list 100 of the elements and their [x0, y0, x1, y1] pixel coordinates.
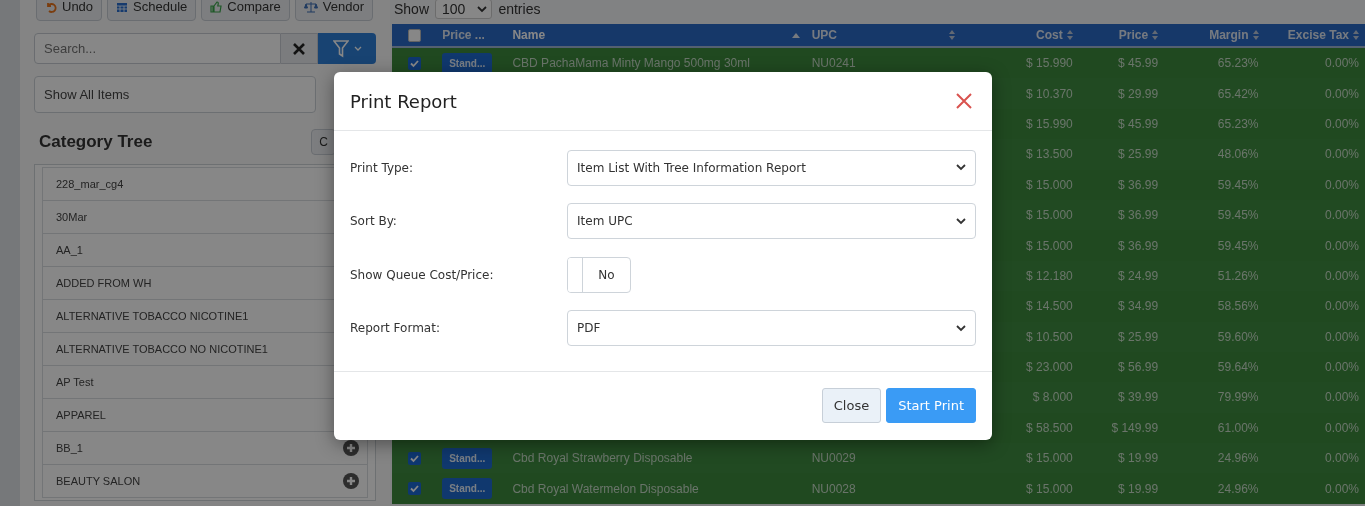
table-cell: $ 15.000: [1026, 238, 1073, 253]
table-cell: $ 149.99: [1111, 420, 1159, 435]
table-cell: $ 19.99: [1118, 481, 1159, 496]
field-label: Report Format:: [350, 321, 441, 336]
table-cell: $ 36.99: [1118, 177, 1159, 192]
dialog-title: Print Report: [350, 90, 457, 112]
table-cell: 0.00%: [1324, 116, 1359, 131]
tree-item[interactable]: 228_mar_cg4: [56, 178, 124, 190]
close-button[interactable]: Close: [821, 388, 882, 423]
toggle-switch[interactable]: No: [567, 256, 631, 293]
table-cell: 0.00%: [1324, 420, 1359, 435]
start-print-button[interactable]: Start Print: [886, 388, 976, 423]
caret-icon: [956, 217, 966, 225]
filter-icon: [332, 39, 349, 58]
row-checkbox[interactable]: [407, 482, 421, 496]
filter-select[interactable]: Show All Items: [34, 76, 316, 113]
tree-item[interactable]: AA_1: [56, 244, 83, 256]
section-title: Category Tree: [39, 132, 153, 152]
caret-icon: [956, 164, 966, 172]
table-cell: $ 34.99: [1118, 299, 1159, 314]
table-cell: 0.00%: [1324, 360, 1359, 375]
toolbar-button[interactable]: Schedule: [107, 0, 197, 21]
table-cell: $ 45.99: [1118, 56, 1159, 71]
price-level-badge: Stand...: [442, 447, 493, 469]
page-length-select[interactable]: 100: [435, 0, 493, 19]
select-field[interactable]: Item List With Tree Information Report: [567, 149, 976, 186]
table-cell: $ 58.500: [1026, 420, 1073, 435]
table-cell: 65.42%: [1217, 86, 1259, 101]
row-checkbox[interactable]: [407, 56, 421, 70]
tree-item[interactable]: ADDED FROM WH: [56, 277, 152, 289]
table-cell: 0.00%: [1324, 329, 1359, 344]
tree-item[interactable]: BEAUTY SALON: [56, 475, 141, 487]
table-cell: NU0028: [811, 481, 856, 496]
tree-item[interactable]: AP Test: [56, 376, 94, 388]
table-cell: 0.00%: [1324, 56, 1359, 71]
search-field[interactable]: Search...: [34, 33, 281, 64]
table-cell: 0.00%: [1324, 268, 1359, 283]
clear-button[interactable]: [281, 33, 318, 64]
table-cell: $ 36.99: [1118, 238, 1159, 253]
select-all-checkbox[interactable]: [407, 28, 421, 42]
caret-icon: [477, 5, 488, 13]
toolbar-button[interactable]: Compare: [201, 0, 290, 21]
table-cell: $ 14.500: [1026, 299, 1073, 314]
toolbar-button[interactable]: Undo: [36, 0, 103, 21]
select-field[interactable]: Item UPC: [567, 203, 976, 240]
select-field[interactable]: PDF: [567, 310, 976, 347]
row-checkbox[interactable]: [407, 451, 421, 465]
table-cell: $ 15.990: [1026, 56, 1073, 71]
table-cell: 0.00%: [1324, 86, 1359, 101]
length-label: entries: [498, 1, 541, 17]
price-level-badge: Stand...: [442, 478, 493, 500]
table-cell: 0.00%: [1324, 208, 1359, 223]
table-cell: 0.00%: [1324, 390, 1359, 405]
table-cell: 61.00%: [1217, 420, 1259, 435]
tree-item[interactable]: BB_1: [56, 442, 83, 454]
table-cell: $ 39.99: [1118, 390, 1159, 405]
table-cell: 0.00%: [1324, 177, 1359, 192]
field-label: Sort By:: [350, 214, 398, 229]
close-button[interactable]: [956, 93, 972, 109]
table-cell: $ 23.000: [1026, 360, 1073, 375]
plus-icon[interactable]: [343, 473, 359, 489]
close-icon: [293, 42, 305, 55]
toolbar-button[interactable]: Vendor: [294, 0, 373, 21]
field-label: Print Type:: [350, 160, 415, 175]
table-cell: 59.45%: [1217, 208, 1259, 223]
table-cell: $ 25.99: [1118, 329, 1159, 344]
table-cell: $ 13.500: [1026, 147, 1073, 162]
table-cell: 58.56%: [1217, 299, 1259, 314]
table-cell: 51.26%: [1217, 268, 1259, 283]
table-cell: Cbd Royal Watermelon Disposable: [512, 481, 699, 496]
table-cell: $ 24.99: [1118, 268, 1159, 283]
plus-icon[interactable]: [343, 440, 359, 456]
caret-icon: [956, 324, 966, 332]
table-cell: 59.45%: [1217, 238, 1259, 253]
table-cell: $ 15.990: [1026, 116, 1073, 131]
column-header[interactable]: Cost: [1036, 28, 1063, 42]
caret-icon: [353, 46, 362, 51]
thumbs-up-icon: [210, 0, 223, 13]
table-cell: $ 25.99: [1118, 147, 1159, 162]
table-cell: $ 56.99: [1118, 360, 1159, 375]
field-label: Show Queue Cost/Price:: [350, 267, 495, 282]
table-cell: $ 15.000: [1026, 451, 1073, 466]
tree-button[interactable]: C: [311, 129, 336, 155]
column-header[interactable]: UPC: [811, 28, 837, 42]
price-level-badge: Stand...: [442, 52, 493, 74]
table-cell: NU0241: [811, 56, 856, 71]
filter-button[interactable]: [318, 33, 376, 64]
table-cell: 0.00%: [1324, 147, 1359, 162]
table-cell: 0.00%: [1324, 238, 1359, 253]
column-header[interactable]: Name: [512, 28, 546, 42]
tree-item[interactable]: APPAREL: [56, 409, 106, 421]
table-cell: NU0029: [811, 451, 856, 466]
table-cell: 0.00%: [1324, 481, 1359, 496]
table-cell: $ 45.99: [1118, 116, 1159, 131]
tree-item[interactable]: 30Mar: [56, 211, 88, 223]
table-cell: $ 15.000: [1026, 177, 1073, 192]
table-cell: 0.00%: [1324, 451, 1359, 466]
table-cell: 79.99%: [1217, 390, 1259, 405]
table-cell: $ 10.500: [1026, 329, 1073, 344]
table-cell: $ 36.99: [1118, 208, 1159, 223]
